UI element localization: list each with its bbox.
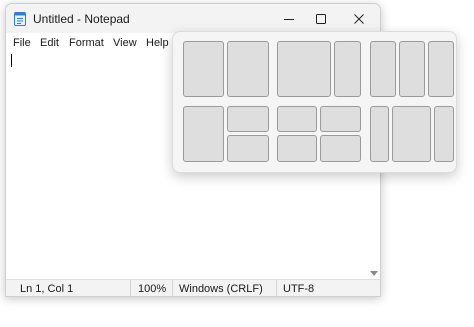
status-divider bbox=[130, 280, 131, 296]
snap-zone[interactable] bbox=[399, 41, 425, 97]
snap-zone[interactable] bbox=[227, 135, 269, 162]
close-button[interactable] bbox=[340, 4, 377, 33]
menu-help[interactable]: Help bbox=[146, 37, 169, 49]
snap-zone[interactable] bbox=[370, 106, 389, 162]
snap-zone[interactable] bbox=[183, 41, 224, 97]
snap-zone[interactable] bbox=[277, 135, 317, 162]
snap-zone[interactable] bbox=[334, 41, 361, 97]
status-bar: Ln 1, Col 1 100% Windows (CRLF) UTF-8 bbox=[6, 279, 380, 296]
snap-layout-three-columns bbox=[370, 41, 454, 97]
snap-zone[interactable] bbox=[277, 41, 331, 97]
notepad-icon bbox=[14, 11, 26, 26]
snap-layout-four-quadrants bbox=[277, 106, 361, 162]
snap-zone[interactable] bbox=[277, 106, 317, 132]
snap-zone[interactable] bbox=[392, 106, 431, 162]
status-divider bbox=[276, 280, 277, 296]
snap-layout-three-columns-wide-center bbox=[370, 106, 454, 162]
snap-layout-two-columns-equal bbox=[183, 41, 269, 97]
minimize-icon bbox=[283, 18, 294, 20]
menu-format[interactable]: Format bbox=[69, 37, 104, 49]
snap-zone[interactable] bbox=[227, 106, 269, 132]
menu-edit[interactable]: Edit bbox=[40, 37, 59, 49]
close-icon bbox=[353, 13, 364, 24]
title-bar[interactable]: Untitled - Notepad bbox=[6, 4, 380, 33]
snap-zone[interactable] bbox=[428, 41, 454, 97]
snap-layouts-flyout bbox=[172, 31, 457, 173]
window-title: Untitled - Notepad bbox=[33, 12, 130, 26]
snap-layout-left-column-right-split bbox=[183, 106, 269, 162]
maximize-button[interactable] bbox=[302, 4, 339, 33]
status-divider bbox=[172, 280, 173, 296]
scroll-down-arrow-icon[interactable] bbox=[370, 271, 378, 276]
maximize-icon bbox=[315, 13, 326, 24]
cursor-position: Ln 1, Col 1 bbox=[20, 283, 74, 295]
menu-view[interactable]: View bbox=[113, 37, 137, 49]
snap-zone[interactable] bbox=[183, 106, 224, 162]
text-caret bbox=[11, 54, 12, 67]
snap-layout-two-columns-wide-narrow bbox=[277, 41, 361, 97]
snap-zone[interactable] bbox=[227, 41, 269, 97]
encoding: UTF-8 bbox=[283, 283, 315, 295]
snap-zone[interactable] bbox=[434, 106, 454, 162]
snap-zone[interactable] bbox=[320, 135, 361, 162]
zoom-level: 100% bbox=[138, 283, 167, 295]
line-endings: Windows (CRLF) bbox=[179, 283, 263, 295]
menu-file[interactable]: File bbox=[13, 37, 31, 49]
snap-zone[interactable] bbox=[370, 41, 396, 97]
snap-zone[interactable] bbox=[320, 106, 361, 132]
